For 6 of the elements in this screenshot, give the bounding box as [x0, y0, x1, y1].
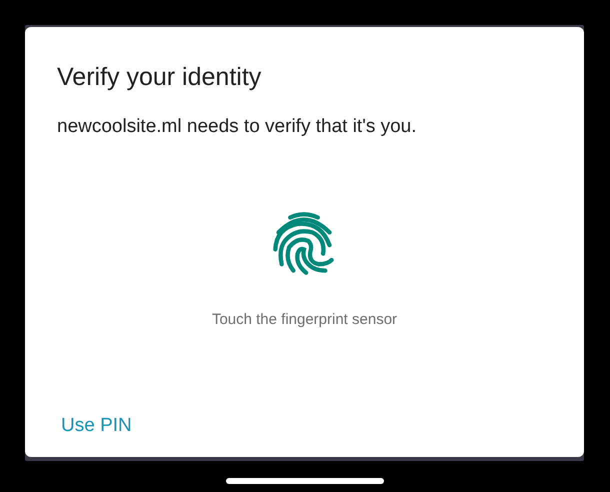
- use-pin-button[interactable]: Use PIN: [57, 413, 132, 439]
- dialog-title: Verify your identity: [57, 62, 262, 93]
- dialog-message: newcoolsite.ml needs to verify that it's you.: [57, 115, 417, 139]
- hint-text: Touch the fingerprint sensor: [212, 310, 398, 330]
- home-indicator[interactable]: [226, 478, 384, 484]
- fingerprint-icon: [272, 212, 334, 275]
